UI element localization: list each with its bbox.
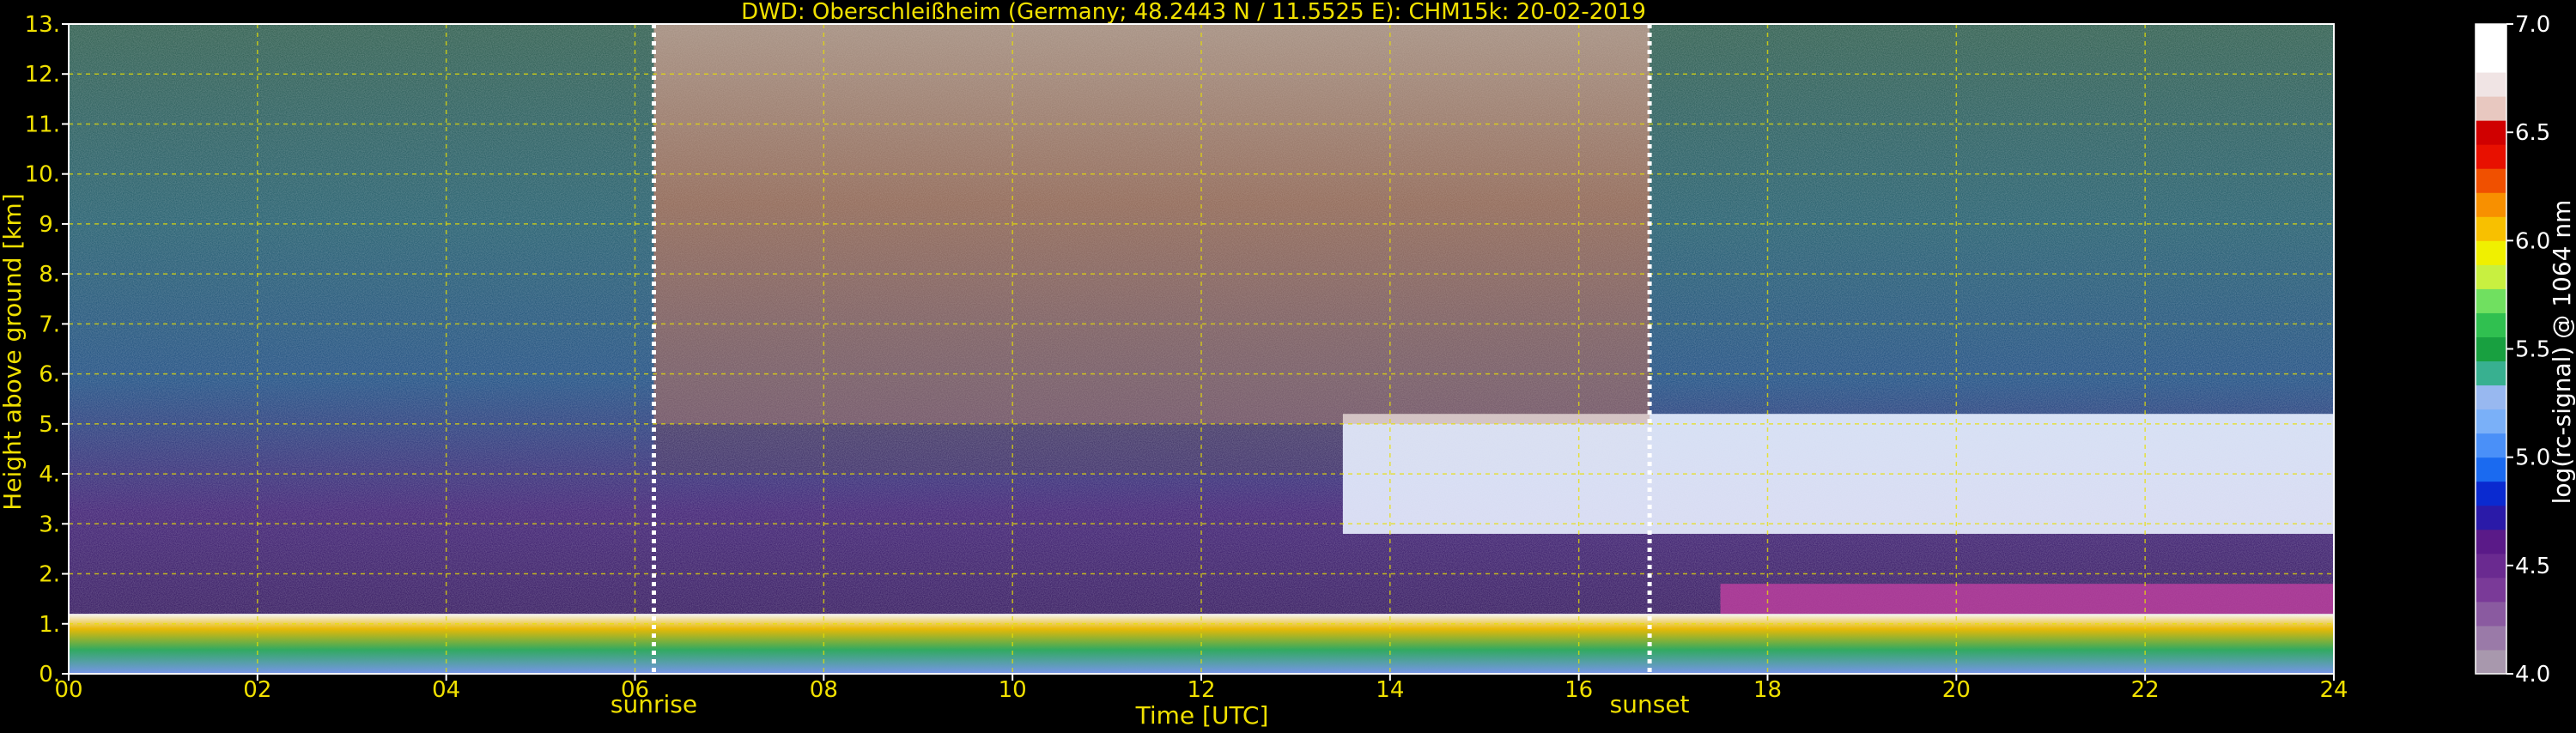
colorbar-swatch [2476, 192, 2506, 217]
chart-title: DWD: Oberschleißheim (Germany; 48.2443 N… [741, 0, 1646, 25]
x-tick-label: 08 [810, 677, 838, 703]
colorbar-swatch [2476, 481, 2506, 506]
signal-layer [1720, 584, 2334, 615]
colorbar-tick-label: 4.5 [2515, 554, 2550, 579]
x-tick-label: 10 [999, 677, 1027, 703]
colorbar-swatch [2476, 649, 2506, 675]
x-axis-label: Time [UTC] [1135, 701, 1269, 730]
colorbar-swatch [2476, 96, 2506, 121]
colorbar-swatch [2476, 264, 2506, 289]
plot-area: sunrise sunset [68, 23, 2335, 718]
colorbar-swatch [2476, 48, 2506, 73]
colorbar-swatch [2476, 553, 2506, 579]
colorbar-swatch [2476, 336, 2506, 362]
y-tick-label: 3. [39, 512, 60, 537]
colorbar-swatch [2476, 24, 2506, 49]
y-tick-label: 13. [25, 12, 60, 38]
colorbar-swatch [2476, 385, 2506, 410]
colorbar-swatch [2476, 360, 2506, 386]
colorbar-swatch [2476, 72, 2506, 97]
colorbar-tick-label: 4.0 [2515, 662, 2550, 688]
x-tick-label: 24 [2319, 677, 2348, 703]
colorbar-tick-label: 6.5 [2515, 120, 2550, 146]
x-tick-label: 22 [2131, 677, 2160, 703]
y-tick-label: 11. [25, 112, 60, 137]
y-tick-label: 1. [39, 612, 60, 638]
x-tick-label: 04 [432, 677, 460, 703]
ceilometer-chart: DWD: Oberschleißheim (Germany; 48.2443 N… [0, 0, 2576, 730]
x-tick-label: 20 [1942, 677, 1971, 703]
colorbar-swatch [2476, 168, 2506, 193]
y-tick-label: 4. [39, 462, 60, 488]
y-tick-label: 9. [39, 212, 60, 238]
colorbar-swatch [2476, 240, 2506, 265]
x-tick-label: 14 [1376, 677, 1404, 703]
colorbar-swatch [2476, 288, 2506, 313]
colorbar-swatch [2476, 120, 2506, 145]
x-tick-label: 18 [1753, 677, 1782, 703]
colorbar-tick-label: 5.0 [2515, 445, 2550, 471]
colorbar-swatch [2476, 529, 2506, 554]
colorbar-tick-label: 6.0 [2515, 228, 2550, 254]
colorbar-tick-label: 7.0 [2515, 12, 2550, 38]
colorbar-swatch [2476, 144, 2506, 169]
colorbar-tick-label: 5.5 [2515, 337, 2550, 363]
x-tick-label: 02 [243, 677, 271, 703]
colorbar-swatch [2476, 601, 2506, 627]
chart-svg: DWD: Oberschleißheim (Germany; 48.2443 N… [0, 0, 2576, 730]
colorbar-swatch [2476, 409, 2506, 434]
colorbar-swatch [2476, 505, 2506, 530]
colorbar-swatch [2476, 457, 2506, 482]
y-tick-label: 8. [39, 262, 60, 288]
y-tick-label: 7. [39, 312, 60, 337]
colorbar-swatch [2476, 433, 2506, 458]
y-tick-label: 5. [39, 412, 60, 438]
y-tick-label: 12. [25, 62, 60, 88]
y-axis-label: Height above ground [km] [0, 193, 27, 511]
sunset-label: sunset [1610, 690, 1690, 718]
x-tick-label: 06 [621, 677, 649, 703]
colorbar: 4.0 4.5 5.0 5.5 6.0 6.5 7.0 [2475, 12, 2550, 688]
colorbar-label: log(rc-signal) @ 1064 nm [2548, 200, 2576, 505]
colorbar-swatch [2476, 216, 2506, 241]
y-tick-label: 2. [39, 562, 60, 588]
y-tick-label: 6. [39, 362, 60, 388]
colorbar-swatch [2476, 625, 2506, 651]
colorbar-swatch [2476, 577, 2506, 603]
y-tick-label: 10. [25, 162, 60, 188]
x-tick-label: 12 [1187, 677, 1215, 703]
colorbar-swatch [2476, 312, 2506, 337]
x-tick-label: 16 [1564, 677, 1593, 703]
x-tick-label: 00 [54, 677, 82, 703]
